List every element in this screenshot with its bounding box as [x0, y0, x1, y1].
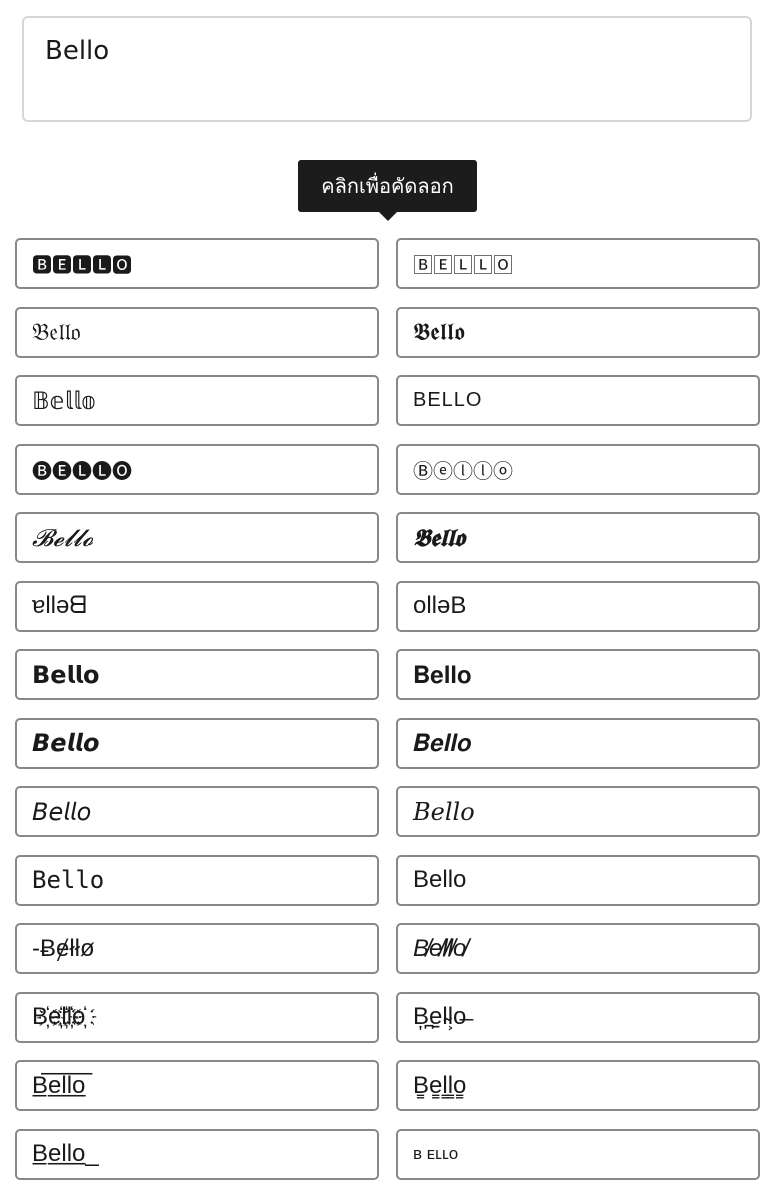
- result-text: Ⓑⓔⓛⓛⓞ: [413, 458, 513, 483]
- result-text: B͎̪e̠l̴l͕o̶: [413, 1003, 467, 1030]
- result-text: ollǝB: [413, 592, 467, 619]
- result-card[interactable]: ʙ ᴇʟʟᴏ: [396, 1128, 760, 1180]
- text-input[interactable]: [22, 16, 752, 122]
- result-card[interactable]: 𝐁𝐞𝐥𝐥𝐨: [396, 649, 760, 700]
- result-card[interactable]: 🅑🅔🅛🅛🅞: [15, 443, 379, 495]
- result-text: 𝗕𝗲𝗹𝗹𝗼: [32, 660, 100, 689]
- result-text: ʙ ᴇʟʟᴏ: [413, 1144, 459, 1163]
- result-text: 𝘉𝘦𝘭𝘭𝘰: [32, 797, 92, 826]
- result-text: 𝓑𝓮𝓵𝓵𝓸: [32, 523, 94, 552]
- result-card[interactable]: 𝘉𝘦𝘭𝘭𝘰: [15, 786, 379, 837]
- result-card[interactable]: 𝔅𝔢𝔩𝔩𝔬: [15, 306, 379, 358]
- tooltip-arrow: [378, 211, 398, 221]
- result-text: 🅑🅔🅛🅛🅞: [32, 458, 132, 483]
- result-card[interactable]: 𝘽𝙚𝙡𝙡𝙤: [15, 717, 379, 769]
- result-text: 𝐁𝐞𝐥𝐥𝐨: [413, 660, 472, 689]
- result-card[interactable]: ɐllǝᗺ: [15, 580, 379, 632]
- result-card[interactable]: Ⓑⓔⓛⓛⓞ: [396, 443, 760, 495]
- result-card[interactable]: 𝕭𝖊𝖑𝖑𝖔: [396, 512, 760, 563]
- result-text: 𝕭𝖊𝖑𝖑𝖔: [413, 523, 465, 552]
- result-text: 𝔹𝕖𝕝𝕝𝕠: [32, 386, 96, 415]
- result-card[interactable]: B̲̅e̲̅l̲̅l̲̅o̲̅: [15, 1060, 379, 1111]
- result-text: Bello: [413, 866, 467, 893]
- result-card[interactable]: Bello: [396, 854, 760, 906]
- result-text: 🅱🅴🅻🅻🅾: [32, 253, 132, 277]
- copy-tooltip: คลิกเพื่อคัดลอก: [298, 160, 477, 212]
- result-text: 𝑩𝒆𝒍𝒍𝒐: [413, 729, 472, 757]
- result-text: 𝕭𝖊𝖑𝖑𝖔: [413, 318, 465, 346]
- result-card[interactable]: B̸e̸l̸l̸o̸: [396, 923, 760, 974]
- result-card[interactable]: 𝔹𝕖𝕝𝕝𝕠: [15, 375, 379, 426]
- result-text: -Ƀɇłłø: [32, 934, 95, 962]
- result-card[interactable]: B͎̪e̠l̴l͕o̶: [396, 991, 760, 1043]
- result-text: B̸e̸l̸l̸o̸: [413, 934, 467, 962]
- result-card[interactable]: 𝓑𝓮𝓵𝓵𝓸: [15, 512, 379, 563]
- result-card[interactable]: B̳e̳l̳l̳o̳: [396, 1060, 760, 1111]
- result-text: B̲̅e̲̅l̲̅l̲̅o̲̅: [32, 1071, 86, 1099]
- result-text: 𝙱𝚎𝚕𝚕𝚘: [32, 866, 105, 894]
- result-text: B̳e̳l̳l̳o̳: [413, 1071, 467, 1099]
- result-card[interactable]: 🅱🅴🅻🅻🅾: [15, 238, 379, 289]
- result-card[interactable]: B҉e҉l҉l҉o҉: [15, 991, 379, 1043]
- result-text: 𝘽𝙚𝙡𝙡𝙤: [32, 729, 100, 757]
- tooltip-text: คลิกเพื่อคัดลอก: [321, 174, 454, 198]
- result-text: B̲e̲l̲l̲o̲_: [32, 1140, 99, 1167]
- result-card[interactable]: 𝙱𝚎𝚕𝚕𝚘: [15, 854, 379, 906]
- result-card[interactable]: 𝐵𝑒𝑙𝑙𝑜: [396, 786, 760, 837]
- result-text: ɐllǝᗺ: [32, 592, 87, 619]
- result-card[interactable]: B̲e̲l̲l̲o̲_: [15, 1128, 379, 1180]
- result-card[interactable]: 𝗕𝗲𝗹𝗹𝗼: [15, 649, 379, 700]
- result-card[interactable]: -Ƀɇłłø: [15, 923, 379, 974]
- result-card[interactable]: 𝑩𝒆𝒍𝒍𝒐: [396, 717, 760, 769]
- result-card[interactable]: BELLO: [396, 375, 760, 426]
- result-card[interactable]: 🄱🄴🄻🄻🄾: [396, 238, 760, 289]
- result-text: 𝔅𝔢𝔩𝔩𝔬: [32, 318, 81, 346]
- font-results-grid: 🅱🅴🅻🅻🅾 🄱🄴🄻🄻🄾 𝔅𝔢𝔩𝔩𝔬 𝕭𝖊𝖑𝖑𝖔 𝔹𝕖𝕝𝕝𝕠 BELLO 🅑🅔🅛🅛…: [15, 238, 760, 1180]
- result-text: 🄱🄴🄻🄻🄾: [413, 253, 513, 277]
- result-text: 𝐵𝑒𝑙𝑙𝑜: [413, 797, 475, 826]
- result-text: B҉e҉l҉l҉o҉: [32, 1003, 86, 1030]
- result-text: BELLO: [413, 389, 483, 411]
- result-card[interactable]: ollǝB: [396, 580, 760, 632]
- result-card[interactable]: 𝕭𝖊𝖑𝖑𝖔: [396, 306, 760, 358]
